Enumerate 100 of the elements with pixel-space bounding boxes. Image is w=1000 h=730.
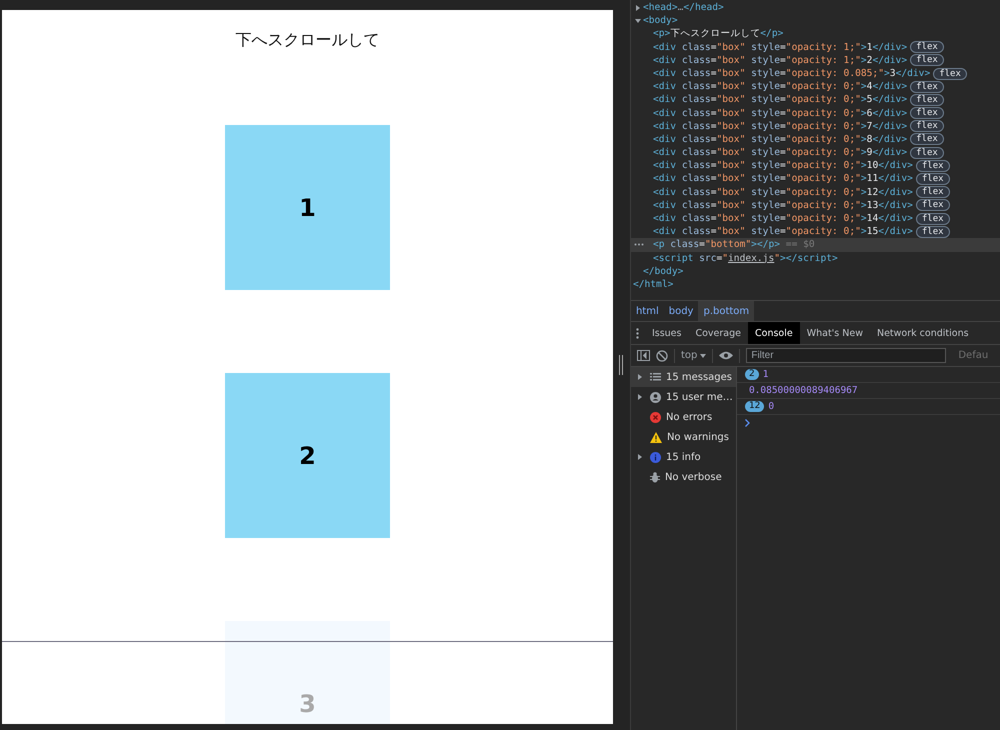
console-message: 0.08500000089406967 — [748, 385, 858, 396]
dom-node-markup: <div class="box" style="opacity: 0;">7</div> — [652, 120, 908, 133]
dom-node-markup: <div class="box" style="opacity: 0;">6</div> — [652, 106, 908, 120]
filter-field[interactable]: Filter — [746, 348, 946, 363]
dom-node-markup: <div class="box" style="opacity: 0;">4</div> — [652, 80, 908, 94]
dom-node-markup: <head>…</head> — [642, 1, 724, 14]
caret-icon[interactable] — [700, 354, 706, 358]
dom-node-markup: <p>下へスクロールして</p> — [652, 27, 784, 41]
sidebar-label: 15 messages — [666, 372, 732, 382]
eye-icon[interactable] — [719, 351, 734, 360]
dom-node-row[interactable]: <div class="box" style="opacity: 0;">9</div> flex — [630, 146, 1000, 160]
user-icon — [650, 392, 661, 402]
clear-icon[interactable] — [656, 350, 668, 362]
script-tag-line: <script src="index.js"></script> — [652, 252, 838, 265]
expand-arrow-icon[interactable] — [634, 4, 641, 11]
resize-handle[interactable] — [619, 355, 624, 375]
expand-arrow-icon[interactable] — [636, 394, 643, 400]
flex-badge[interactable]: flex — [910, 133, 944, 146]
dom-node-markup: <div class="box" style="opacity: 1;">2</div> — [652, 54, 908, 67]
dom-node-markup: <div class="box" style="opacity: 0;">13</div> — [652, 198, 913, 212]
prompt-icon[interactable] — [744, 418, 750, 426]
dom-node-row[interactable]: <div class="box" style="opacity: 0;">15</div> flex — [630, 225, 1000, 238]
collapse-arrow-icon[interactable] — [634, 18, 641, 24]
sidebar-item[interactable]: No warnings — [630, 427, 736, 447]
number-box: 3 — [225, 621, 390, 724]
dom-node-row[interactable]: <div class="box" style="opacity: 0;">14</div> flex — [630, 212, 1000, 226]
expand-arrow-icon[interactable] — [636, 374, 643, 380]
flex-badge[interactable]: flex — [910, 54, 944, 66]
error-icon — [650, 412, 661, 422]
flex-badge[interactable]: flex — [910, 94, 944, 106]
dom-node-row[interactable]: <div class="box" style="opacity: 1;">2</div> flex — [630, 54, 1000, 67]
flex-badge[interactable]: flex — [916, 199, 950, 212]
drawer-tab[interactable]: Coverage — [688, 322, 748, 344]
dom-node-markup: <div class="box" style="opacity: 0.085;">3</div> — [652, 66, 930, 80]
repeat-count: 2 — [744, 369, 759, 380]
page-heading: 下へスクロールして — [236, 30, 380, 50]
sidebar-item[interactable]: 15 messages — [630, 367, 736, 387]
flex-badge[interactable]: flex — [916, 186, 950, 198]
dom-node-row[interactable]: <body> — [630, 14, 1000, 28]
sidebar-label: 15 info — [666, 452, 701, 462]
dom-node-row[interactable]: <div class="box" style="opacity: 0;">5</div> flex — [630, 93, 1000, 106]
warning-icon — [650, 432, 662, 442]
dom-node-row[interactable]: <div class="box" style="opacity: 0.085;">3</div> flex — [630, 66, 1000, 80]
dom-node-markup: <body> — [642, 14, 678, 28]
flex-badge[interactable]: flex — [910, 107, 944, 120]
dom-node-row[interactable]: <div class="box" style="opacity: 0;">11</div> flex — [630, 172, 1000, 186]
dom-node-row[interactable]: <p class="bottom"></p> == $0 — [630, 238, 1000, 252]
flex-badge[interactable]: flex — [910, 80, 944, 93]
repeat-count: 12 — [744, 401, 764, 412]
dom-node-row[interactable]: <div class="box" style="opacity: 0;">10</div> flex — [630, 159, 1000, 172]
flex-badge[interactable]: flex — [916, 160, 950, 172]
context-selector[interactable]: top — [680, 350, 706, 361]
dom-node-row[interactable]: <div class="box" style="opacity: 0;">8</div> flex — [630, 132, 1000, 146]
drawer-tab[interactable]: Issues — [644, 322, 688, 344]
dom-node-markup: <div class="box" style="opacity: 1;">1</div> — [652, 40, 908, 54]
dom-node-row[interactable]: <div class="box" style="opacity: 0;">12</div> flex — [630, 186, 1000, 199]
flex-badge[interactable]: flex — [910, 146, 944, 159]
breadcrumb[interactable]: body — [664, 301, 698, 321]
breadcrumb[interactable]: p.bottom — [698, 301, 754, 321]
sidebar-item[interactable]: 15 user me… — [630, 387, 736, 407]
list-icon — [650, 373, 661, 381]
flex-badge[interactable]: flex — [910, 41, 944, 54]
dom-closing-tag: </body> — [642, 264, 684, 278]
dom-node-markup: <div class="box" style="opacity: 0;">8</div> — [652, 132, 908, 146]
dom-node-markup: <div class="box" style="opacity: 0;">12</div> — [652, 186, 913, 199]
number-box: 2 — [225, 373, 390, 538]
dom-node-row[interactable]: <div class="box" style="opacity: 0;">13</div> flex — [630, 198, 1000, 212]
sidebar-label: No errors — [666, 412, 712, 422]
dom-node-row[interactable]: <div class="box" style="opacity: 0;">4</div> flex — [630, 80, 1000, 94]
sidebar-item[interactable]: No verbose — [630, 467, 736, 487]
drawer-tab[interactable]: Console — [748, 322, 800, 344]
more-menu-icon[interactable] — [636, 328, 640, 338]
dom-node-markup: <div class="box" style="opacity: 0;">15</div> — [652, 225, 913, 238]
dom-node-row[interactable]: <script src="index.js"></script> — [630, 252, 1000, 265]
sidebar-label: No verbose — [664, 472, 722, 482]
dom-node-markup: <div class="box" style="opacity: 0;">11</div> — [652, 172, 913, 186]
flex-badge[interactable]: flex — [910, 120, 944, 132]
sidebar-label: 15 user me… — [666, 392, 733, 402]
dom-node-row[interactable]: <p>下へスクロールして</p> — [630, 27, 1000, 41]
sidebar-item[interactable]: No errors — [630, 407, 736, 427]
source-link[interactable]: index.js — [728, 252, 774, 264]
dom-node-markup: <div class="box" style="opacity: 0;">5</div> — [652, 93, 908, 107]
dom-node-row[interactable]: <head>…</head> — [630, 1, 1000, 14]
sidebar-toggle-icon[interactable] — [636, 350, 650, 361]
flex-badge[interactable]: flex — [933, 68, 967, 80]
dom-node-row[interactable]: <div class="box" style="opacity: 1;">1</div> flex — [630, 40, 1000, 54]
more-icon[interactable] — [634, 243, 644, 246]
breadcrumb[interactable]: html — [630, 301, 664, 321]
dom-node-markup: <div class="box" style="opacity: 0;">9</div> — [652, 146, 908, 160]
drawer-tab[interactable]: Network conditions — [870, 322, 976, 344]
expand-arrow-icon[interactable] — [636, 454, 643, 460]
console-message: 1 — [762, 369, 768, 380]
info-icon — [650, 452, 661, 462]
drawer-tab[interactable]: What's New — [800, 322, 870, 344]
flex-badge[interactable]: flex — [916, 226, 950, 238]
sidebar-item[interactable]: 15 info — [630, 447, 736, 467]
flex-badge[interactable]: flex — [916, 212, 950, 225]
flex-badge[interactable]: flex — [916, 173, 950, 186]
dom-node-row[interactable]: <div class="box" style="opacity: 0;">7</div> flex — [630, 120, 1000, 133]
dom-node-row[interactable]: <div class="box" style="opacity: 0;">6</div> flex — [630, 106, 1000, 120]
